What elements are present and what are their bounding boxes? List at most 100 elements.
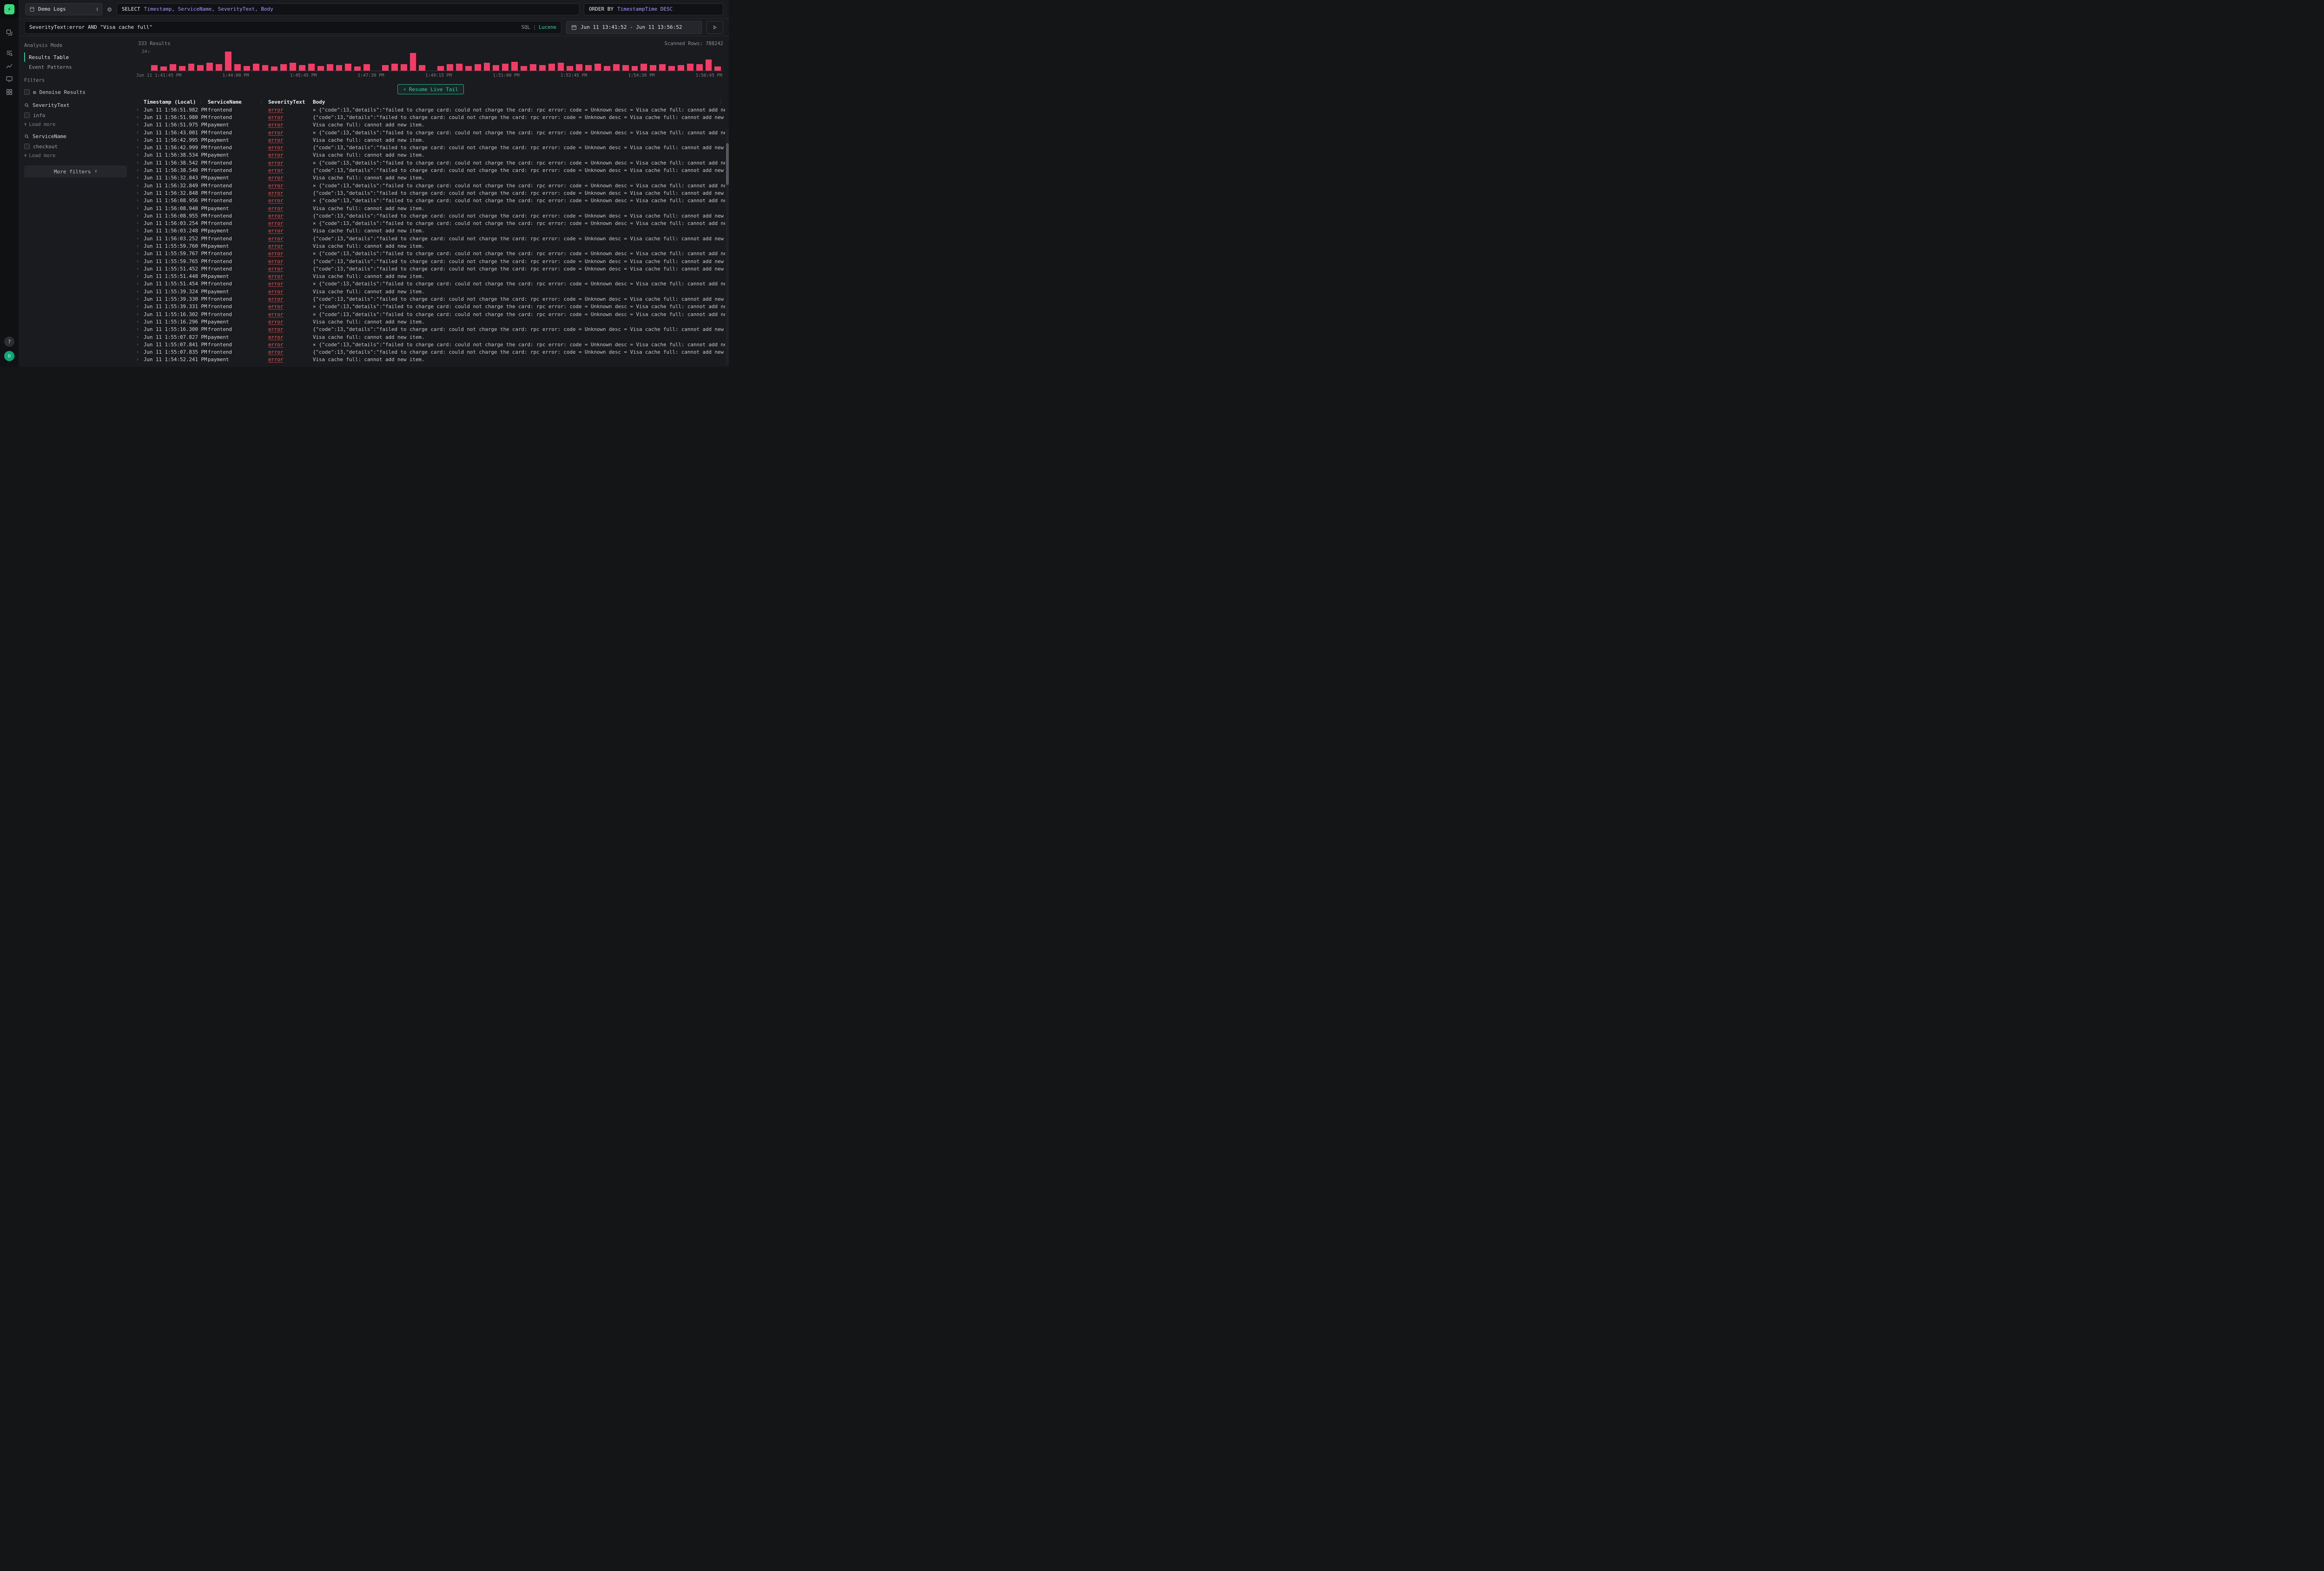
histogram-bar[interactable] (244, 66, 250, 71)
filter-option-checkout[interactable]: checkout (24, 142, 127, 151)
histogram-bar[interactable] (650, 65, 656, 71)
histogram-bar[interactable] (188, 64, 195, 71)
app-logo[interactable]: ⚡ (0, 0, 19, 19)
histogram-bar[interactable] (280, 64, 287, 71)
scrollbar-thumb[interactable] (726, 143, 729, 185)
histogram-bar[interactable] (585, 65, 592, 71)
table-row[interactable]: › Jun 11 1:55:59.765 PM frontend error {… (134, 257, 727, 265)
table-row[interactable]: › Jun 11 1:56:03.254 PM frontend error ×… (134, 219, 727, 227)
histogram-bar[interactable] (299, 65, 305, 71)
column-resize-handle-icon[interactable]: ⋮ (259, 99, 264, 105)
nav-log-search-icon[interactable] (0, 46, 19, 59)
histogram-bar[interactable] (493, 65, 499, 71)
language-sql-option[interactable]: SQL (522, 25, 530, 30)
histogram-bar[interactable] (336, 65, 343, 71)
table-row[interactable]: › Jun 11 1:55:07.841 PM frontend error ×… (134, 341, 727, 348)
vertical-scrollbar[interactable] (726, 129, 729, 365)
histogram-bar[interactable] (160, 66, 167, 71)
histogram-bar[interactable] (539, 65, 546, 71)
nav-sessions-icon[interactable] (0, 73, 19, 86)
mode-results-table[interactable]: Results Table (24, 53, 127, 62)
histogram-bar[interactable] (345, 64, 351, 71)
nav-pages-icon[interactable] (0, 26, 19, 39)
histogram-bar[interactable] (410, 53, 416, 71)
table-row[interactable]: › Jun 11 1:56:51.982 PM frontend error ×… (134, 106, 727, 113)
table-row[interactable]: › Jun 11 1:56:08.948 PM payment error Vi… (134, 205, 727, 212)
table-row[interactable]: › Jun 11 1:55:59.767 PM frontend error ×… (134, 250, 727, 257)
col-timestamp[interactable]: Timestamp (Local) ⋮ (144, 99, 208, 105)
table-row[interactable]: › Jun 11 1:56:38.534 PM payment error Vi… (134, 152, 727, 159)
table-row[interactable]: › Jun 11 1:55:59.760 PM payment error Vi… (134, 242, 727, 250)
table-row[interactable]: › Jun 11 1:56:32.848 PM frontend error {… (134, 189, 727, 197)
column-resize-handle-icon[interactable]: ⋮ (198, 99, 203, 105)
histogram-bar[interactable] (640, 64, 647, 71)
help-button[interactable]: ? (4, 337, 14, 347)
table-row[interactable]: › Jun 11 1:56:51.980 PM frontend error {… (134, 113, 727, 121)
histogram-bar[interactable] (456, 64, 462, 71)
histogram-bar[interactable] (151, 65, 158, 71)
histogram-bar[interactable] (594, 64, 601, 71)
histogram-bar[interactable] (604, 66, 610, 71)
histogram-bar[interactable] (271, 66, 277, 71)
histogram-bar[interactable] (558, 63, 564, 71)
order-by-input[interactable]: ORDER BY TimestampTime DESC (584, 3, 723, 15)
histogram-bar[interactable] (613, 64, 620, 71)
column-resize-handle-icon[interactable]: ⋮ (719, 99, 725, 105)
table-row[interactable]: › Jun 11 1:55:16.296 PM payment error Vi… (134, 318, 727, 325)
table-row[interactable]: › Jun 11 1:55:51.452 PM frontend error {… (134, 265, 727, 272)
histogram-bar[interactable] (687, 64, 693, 71)
table-row[interactable]: › Jun 11 1:56:08.956 PM frontend error ×… (134, 197, 727, 205)
col-servicename[interactable]: ServiceName ⋮ (208, 99, 268, 105)
histogram-bar[interactable] (714, 66, 721, 71)
histogram-bar[interactable] (225, 52, 231, 71)
histogram-bar[interactable] (197, 65, 204, 71)
histogram-bar[interactable] (706, 59, 712, 71)
search-query-input[interactable]: SeverityText:error AND "Visa cache full"… (24, 21, 561, 34)
table-row[interactable]: › Jun 11 1:56:43.001 PM frontend error ×… (134, 129, 727, 136)
table-row[interactable]: › Jun 11 1:55:07.835 PM frontend error {… (134, 349, 727, 356)
user-avatar[interactable]: U (4, 351, 14, 361)
table-row[interactable]: › Jun 11 1:56:03.252 PM frontend error {… (134, 235, 727, 242)
table-row[interactable]: › Jun 11 1:56:38.542 PM frontend error ×… (134, 159, 727, 166)
checkout-checkbox[interactable] (24, 144, 30, 149)
table-row[interactable]: › Jun 11 1:55:39.324 PM payment error Vi… (134, 288, 727, 295)
histogram-bar[interactable] (308, 64, 315, 71)
histogram-bar[interactable] (511, 62, 518, 71)
histogram-bar[interactable] (234, 64, 241, 71)
load-more-severitytext[interactable]: ∨ Load more (24, 122, 127, 127)
col-body[interactable]: Body (313, 99, 719, 105)
histogram-bar[interactable] (502, 64, 508, 71)
info-checkbox[interactable] (24, 112, 30, 118)
time-range-picker[interactable]: Jun 11 13:41:52 - Jun 11 13:56:52 (566, 21, 702, 34)
histogram-bar[interactable] (290, 63, 296, 71)
histogram-bar[interactable] (659, 64, 666, 71)
histogram-bar[interactable] (548, 64, 555, 71)
histogram-bar[interactable] (678, 65, 684, 71)
histogram-bar[interactable] (253, 64, 259, 71)
table-row[interactable]: › Jun 11 1:55:07.827 PM payment error Vi… (134, 333, 727, 341)
histogram-bar[interactable] (363, 64, 370, 71)
histogram-bar[interactable] (354, 66, 361, 71)
table-row[interactable]: › Jun 11 1:55:16.300 PM frontend error {… (134, 326, 727, 333)
resume-live-tail-button[interactable]: ⚡ Resume Live Tail (397, 84, 464, 94)
histogram-bar[interactable] (475, 64, 481, 71)
histogram-bar[interactable] (262, 65, 269, 71)
histogram-bar[interactable] (419, 65, 425, 71)
histogram-bar[interactable] (696, 64, 703, 71)
histogram-bar[interactable] (465, 66, 472, 71)
table-row[interactable]: › Jun 11 1:55:51.454 PM frontend error ×… (134, 280, 727, 288)
histogram-bar[interactable] (170, 64, 176, 71)
histogram-bar[interactable] (576, 64, 582, 71)
denoise-checkbox[interactable] (24, 89, 30, 95)
nav-chart-explorer-icon[interactable] (0, 59, 19, 73)
histogram-bar[interactable] (521, 66, 527, 71)
gear-icon[interactable]: ⚙ (106, 5, 112, 13)
table-row[interactable]: › Jun 11 1:55:39.330 PM frontend error {… (134, 295, 727, 303)
histogram-bar[interactable] (447, 64, 453, 71)
histogram-bar[interactable] (317, 66, 324, 71)
more-filters-button[interactable]: More filters ∨ (24, 165, 127, 178)
histogram-bar[interactable] (179, 66, 185, 71)
histogram-bar[interactable] (327, 64, 333, 71)
histogram-bar[interactable] (437, 66, 444, 71)
histogram-bar[interactable] (567, 66, 573, 71)
